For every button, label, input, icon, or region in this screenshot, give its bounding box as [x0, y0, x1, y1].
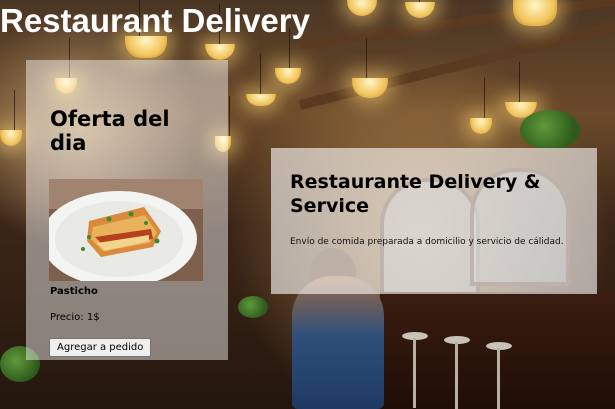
- dish-image: [49, 179, 203, 281]
- dish-price: Precio: 1$: [50, 312, 100, 323]
- service-info-card: Restaurante Delivery & Service Envío de …: [271, 148, 597, 294]
- dish-name: Pasticho: [50, 286, 98, 297]
- daily-offer-title: Oferta del dia: [50, 107, 170, 155]
- add-to-order-button[interactable]: Agregar a pedido: [49, 338, 152, 357]
- service-description: Envío de comida preparada a domicilio y …: [290, 237, 564, 247]
- site-title: Restaurant Delivery: [0, 2, 310, 39]
- service-title: Restaurante Delivery & Service: [290, 171, 541, 217]
- daily-offer-card: Oferta del dia Pasticho Precio: 1$ Agreg…: [26, 60, 228, 360]
